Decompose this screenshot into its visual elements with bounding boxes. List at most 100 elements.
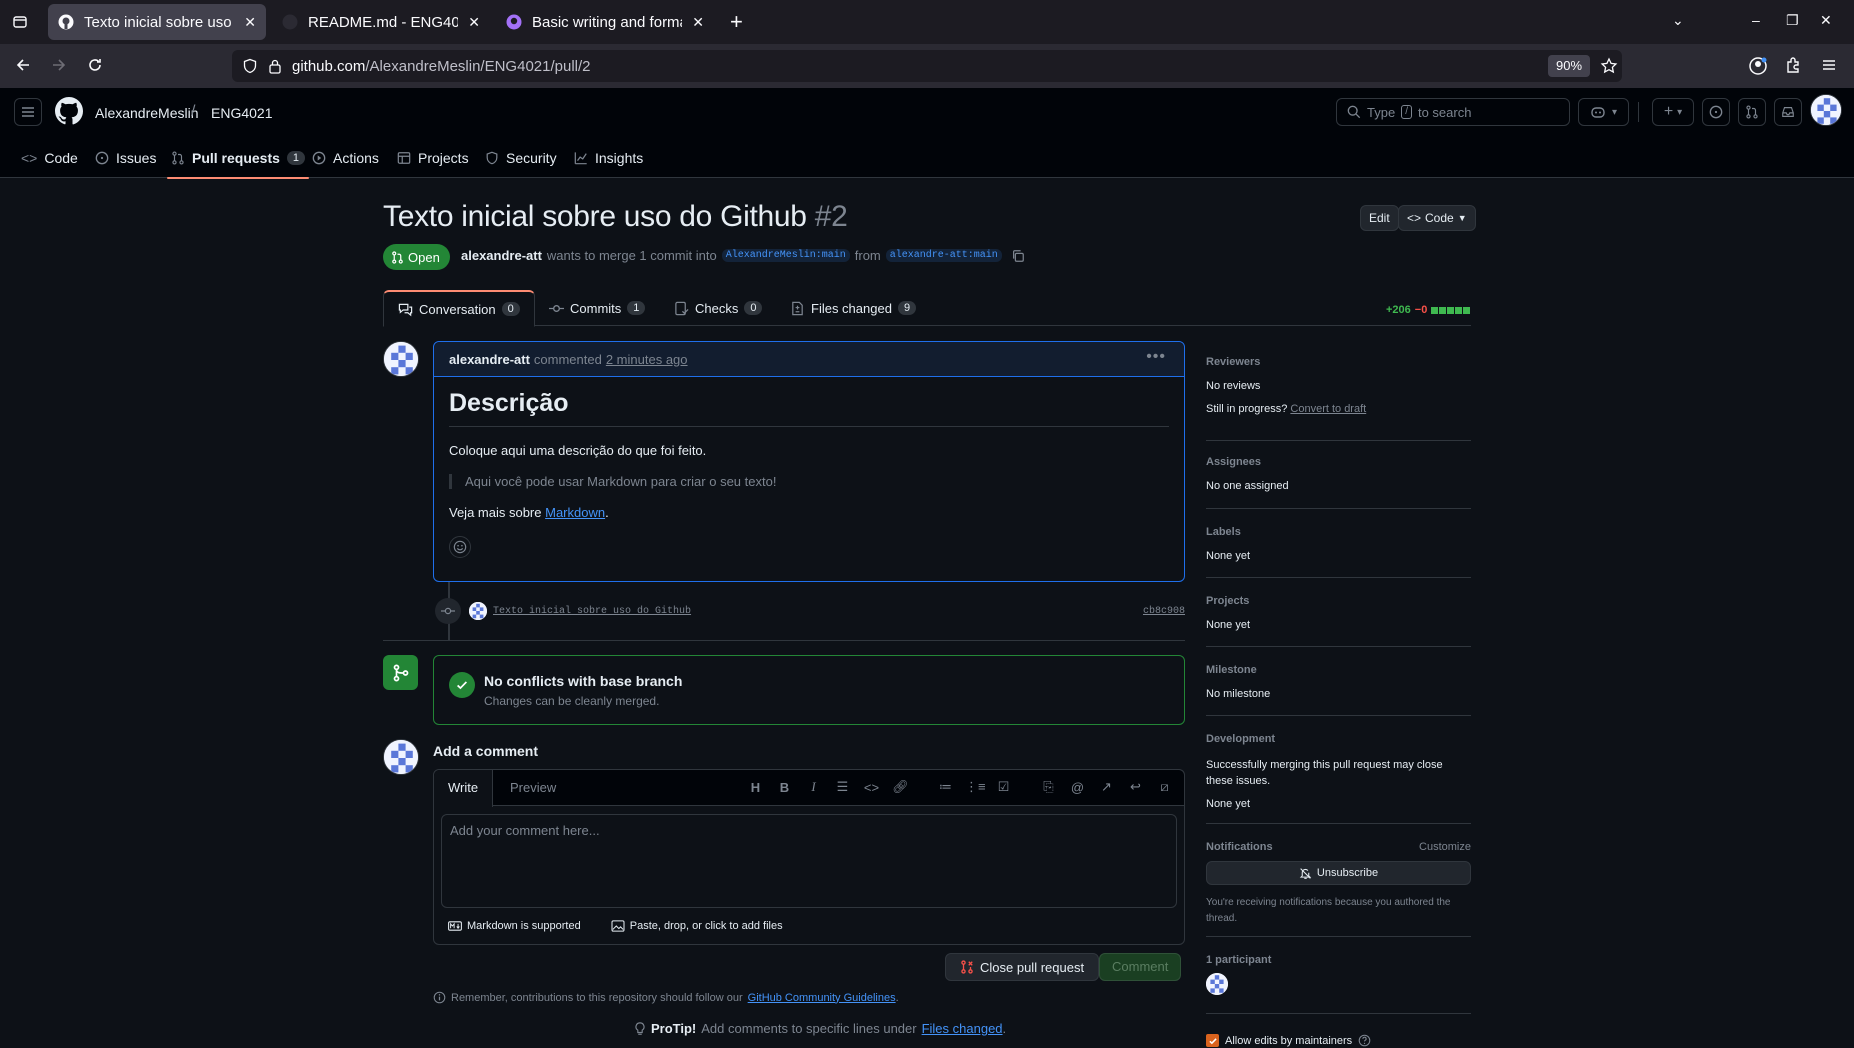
base-branch[interactable]: AlexandreMeslin:main: [721, 249, 850, 262]
add-reaction-button[interactable]: [449, 536, 471, 558]
copy-icon[interactable]: [1011, 249, 1025, 263]
repo-owner-link[interactable]: AlexandreMeslin: [95, 105, 199, 121]
inbox-button[interactable]: [1774, 98, 1802, 126]
labels-title[interactable]: Labels: [1206, 526, 1241, 538]
slash-command-icon[interactable]: ⧄: [1155, 779, 1174, 795]
account-icon[interactable]: [1748, 56, 1768, 76]
pull-requests-button[interactable]: [1738, 98, 1766, 126]
restore-icon[interactable]: ❐: [1786, 12, 1799, 29]
timeline-commit: Texto inicial sobre uso do Github cb8c90…: [433, 597, 1185, 625]
comment-author-avatar[interactable]: [383, 341, 419, 377]
commit-message-link[interactable]: Texto inicial sobre uso do Github: [493, 606, 691, 617]
files-changed-link[interactable]: Files changed: [922, 1021, 1003, 1036]
close-pull-request-button[interactable]: Close pull request: [945, 953, 1100, 981]
repo-nav-issues[interactable]: Issues: [95, 138, 156, 178]
kebab-menu-icon[interactable]: •••: [1146, 348, 1166, 366]
repo-nav-actions[interactable]: Actions: [312, 138, 379, 178]
comment-textarea[interactable]: Add your comment here...: [441, 814, 1177, 908]
task-list-icon[interactable]: ☑: [994, 779, 1013, 795]
browser-tab[interactable]: Basic writing and formatting ✕: [496, 4, 714, 40]
back-icon[interactable]: [14, 56, 32, 74]
zoom-level[interactable]: 90%: [1548, 55, 1591, 77]
tab-write[interactable]: Write: [434, 770, 494, 807]
menu-icon[interactable]: [1820, 56, 1838, 74]
issues-button[interactable]: [1702, 98, 1730, 126]
comment-timestamp[interactable]: 2 minutes ago: [606, 352, 688, 367]
lock-icon[interactable]: [268, 58, 282, 74]
browser-tab-active[interactable]: Texto inicial sobre uso do Github ✕: [48, 4, 266, 40]
allow-edits-checkbox[interactable]: [1206, 1034, 1219, 1047]
close-tab-icon[interactable]: ✕: [244, 14, 256, 31]
mention-icon[interactable]: @: [1068, 780, 1087, 795]
reviewers-title[interactable]: Reviewers: [1206, 356, 1260, 368]
repo-nav-security[interactable]: Security: [485, 138, 557, 178]
milestone-title[interactable]: Milestone: [1206, 664, 1257, 676]
link-icon[interactable]: 🔗︎: [891, 779, 910, 795]
minimize-icon[interactable]: –: [1752, 12, 1760, 28]
tab-commits[interactable]: Commits 1: [535, 290, 659, 326]
repo-nav-projects[interactable]: Projects: [397, 138, 469, 178]
current-user-avatar[interactable]: [383, 739, 419, 775]
repo-nav-pull-requests[interactable]: Pull requests 1: [166, 138, 310, 179]
new-tab-icon[interactable]: +: [730, 10, 743, 34]
italic-icon[interactable]: I: [804, 779, 823, 795]
edit-title-button[interactable]: Edit: [1360, 205, 1399, 231]
guidelines-link[interactable]: GitHub Community Guidelines: [748, 992, 896, 1004]
development-text: Successfully merging this pull request m…: [1206, 759, 1443, 787]
github-logo-icon[interactable]: [55, 97, 83, 125]
assignees-title[interactable]: Assignees: [1206, 456, 1261, 468]
copilot-button[interactable]: ▾: [1578, 98, 1629, 126]
search-input[interactable]: Type / to search: [1336, 98, 1570, 126]
close-window-icon[interactable]: ✕: [1820, 12, 1832, 29]
comment-author-link[interactable]: alexandre-att: [449, 352, 530, 367]
tab-overflow-chevron-icon[interactable]: ⌄: [1672, 12, 1684, 29]
convert-to-draft-link[interactable]: Convert to draft: [1290, 403, 1366, 415]
commit-sha-link[interactable]: cb8c908: [1143, 606, 1185, 617]
close-tab-icon[interactable]: ✕: [692, 14, 704, 31]
url-bar[interactable]: github.com/AlexandreMeslin/ENG4021/pull/…: [232, 50, 1622, 82]
tab-files-changed[interactable]: Files changed 9: [776, 290, 930, 326]
reload-icon[interactable]: [86, 56, 104, 74]
close-tab-icon[interactable]: ✕: [468, 14, 480, 31]
code-icon[interactable]: <>: [862, 780, 881, 795]
head-branch[interactable]: alexandre-att:main: [885, 249, 1002, 262]
repo-nav-code[interactable]: <> Code: [21, 138, 78, 178]
pr-author-link[interactable]: alexandre-att: [461, 248, 542, 263]
tab-preview[interactable]: Preview: [496, 770, 570, 806]
question-icon[interactable]: [1358, 1034, 1371, 1047]
customize-notifications-link[interactable]: Customize: [1419, 841, 1471, 853]
forward-icon[interactable]: [50, 56, 68, 74]
repo-nav-insights[interactable]: Insights: [574, 138, 643, 178]
ordered-list-icon[interactable]: ≔: [936, 779, 955, 795]
comment-button[interactable]: Comment: [1099, 953, 1182, 981]
quote-icon[interactable]: ☰: [833, 779, 852, 795]
paperclip-icon[interactable]: ⎘: [1039, 779, 1058, 795]
tab-conversation[interactable]: Conversation 0: [383, 290, 535, 327]
browser-tab[interactable]: README.md - ENG4021 [... ✕: [272, 4, 490, 40]
hamburger-menu-icon[interactable]: [14, 98, 42, 126]
unsubscribe-button[interactable]: Unsubscribe: [1206, 861, 1471, 885]
user-avatar[interactable]: [1810, 94, 1842, 126]
pr-description-comment: alexandre-att commented 2 minutes ago ••…: [433, 341, 1185, 582]
code-button[interactable]: <> Code ▼: [1398, 205, 1476, 231]
participant-avatar[interactable]: [1206, 973, 1228, 995]
markdown-link[interactable]: Markdown: [545, 505, 605, 520]
tab-list-icon[interactable]: [8, 10, 32, 34]
extensions-icon[interactable]: [1784, 56, 1802, 74]
bold-icon[interactable]: B: [775, 780, 794, 795]
commit-author-avatar[interactable]: [469, 602, 487, 620]
reply-icon[interactable]: ↩: [1126, 779, 1145, 795]
shield-icon[interactable]: [242, 58, 258, 74]
bookmark-star-icon[interactable]: [1600, 57, 1618, 75]
unordered-list-icon[interactable]: ⋮≡: [965, 779, 986, 795]
create-new-button[interactable]: + ▾: [1652, 98, 1694, 126]
attach-files-button[interactable]: Paste, drop, or click to add files: [611, 920, 783, 932]
tab-checks[interactable]: Checks 0: [660, 290, 776, 326]
cross-reference-icon[interactable]: ↗: [1097, 779, 1116, 795]
heading-icon[interactable]: H: [746, 780, 765, 795]
projects-title[interactable]: Projects: [1206, 595, 1249, 607]
development-title[interactable]: Development: [1206, 733, 1275, 745]
graph-icon: [574, 151, 588, 165]
repo-name-link[interactable]: ENG4021: [211, 105, 272, 121]
markdown-supported-link[interactable]: Markdown is supported: [448, 920, 581, 932]
